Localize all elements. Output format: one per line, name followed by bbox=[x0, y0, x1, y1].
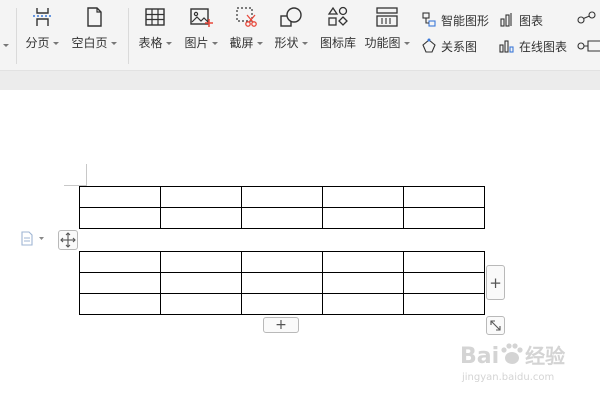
watermark-brand-text: Bai bbox=[460, 344, 500, 369]
watermark-url: jingyan.baidu.com bbox=[462, 372, 555, 383]
flowchart-icon bbox=[577, 11, 596, 24]
blank-page-button[interactable]: 空白页 bbox=[68, 6, 120, 64]
resize-icon bbox=[490, 320, 501, 331]
separator bbox=[128, 8, 129, 64]
chevron-down-icon bbox=[256, 42, 263, 45]
flowchart-button[interactable] bbox=[576, 11, 600, 33]
ribbon-toolbar: 分页 空白页 表格 图片 截屏 形状 图标库 功能图 智能图形 关系图 图表 在… bbox=[0, 0, 600, 71]
table-cell[interactable] bbox=[79, 186, 161, 208]
table-cell[interactable] bbox=[160, 251, 242, 273]
table-cell[interactable] bbox=[322, 186, 404, 208]
online-chart-button[interactable]: 在线图表 bbox=[499, 37, 567, 55]
table-icon bbox=[145, 8, 165, 26]
table-cell[interactable] bbox=[160, 272, 242, 294]
function-chart-label: 功能图 bbox=[364, 36, 401, 50]
chart-button[interactable]: 图表 bbox=[499, 11, 543, 29]
table-row bbox=[79, 293, 485, 315]
table-cell[interactable] bbox=[79, 251, 161, 273]
smart-graphic-label: 智能图形 bbox=[441, 13, 490, 28]
workspace-gap bbox=[0, 71, 600, 90]
icon-library-icon bbox=[327, 6, 348, 26]
table-cell[interactable] bbox=[322, 293, 404, 315]
watermark-suffix-text: 经验 bbox=[525, 344, 566, 368]
table-row bbox=[79, 251, 485, 273]
margin-marker bbox=[86, 164, 87, 186]
online-chart-label: 在线图表 bbox=[519, 39, 568, 54]
table-row bbox=[79, 207, 485, 229]
relationship-chart-button[interactable]: 关系图 bbox=[421, 37, 477, 55]
chevron-down-icon bbox=[301, 42, 308, 45]
table-cell[interactable] bbox=[241, 186, 323, 208]
screenshot-icon bbox=[236, 7, 257, 27]
move-icon bbox=[60, 232, 76, 248]
table-cell[interactable] bbox=[322, 272, 404, 294]
table-cell[interactable] bbox=[160, 207, 242, 229]
watermark-brand: Bai 经验 bbox=[460, 340, 565, 369]
table-cell[interactable] bbox=[322, 251, 404, 273]
table-cell[interactable] bbox=[241, 272, 323, 294]
table-move-handle[interactable] bbox=[58, 230, 78, 250]
picture-icon bbox=[190, 8, 213, 27]
function-chart-icon bbox=[376, 7, 398, 27]
table-cell[interactable] bbox=[241, 251, 323, 273]
shape-label: 形状 bbox=[274, 36, 299, 50]
separator bbox=[16, 8, 17, 64]
picture-label: 图片 bbox=[184, 36, 209, 50]
page-break-icon bbox=[33, 8, 51, 26]
table-cell[interactable] bbox=[403, 293, 485, 315]
smart-graphic-button[interactable]: 智能图形 bbox=[421, 11, 489, 29]
table-button[interactable]: 表格 bbox=[135, 6, 175, 64]
screenshot-label: 截屏 bbox=[229, 36, 254, 50]
table-top[interactable] bbox=[79, 186, 485, 229]
table-cell[interactable] bbox=[403, 251, 485, 273]
more-arrow-icon[interactable] bbox=[3, 44, 9, 47]
table-label: 表格 bbox=[138, 36, 163, 50]
page-break-label: 分页 bbox=[25, 36, 50, 50]
chevron-down-icon bbox=[52, 42, 59, 45]
add-column-button[interactable]: + bbox=[486, 265, 505, 300]
shape-button[interactable]: 形状 bbox=[271, 6, 311, 64]
online-chart-icon bbox=[499, 40, 514, 53]
table-cell[interactable] bbox=[403, 186, 485, 208]
add-row-button[interactable]: + bbox=[263, 317, 299, 333]
function-chart-button[interactable]: 功能图 bbox=[364, 6, 410, 64]
shape-icon bbox=[280, 7, 302, 27]
icon-library-label: 图标库 bbox=[319, 36, 356, 50]
table-row bbox=[79, 186, 485, 208]
table-cell[interactable] bbox=[79, 272, 161, 294]
blank-page-label: 空白页 bbox=[71, 36, 108, 50]
paw-icon bbox=[501, 343, 523, 364]
table-cell[interactable] bbox=[241, 207, 323, 229]
table-resize-handle[interactable] bbox=[486, 316, 505, 335]
mindmap-icon bbox=[577, 40, 600, 52]
table-bottom[interactable] bbox=[79, 251, 485, 315]
chart-label: 图表 bbox=[519, 13, 544, 28]
icon-library-button[interactable]: 图标库 bbox=[316, 6, 360, 64]
blank-page-icon bbox=[87, 7, 102, 27]
smart-graphic-icon bbox=[422, 12, 436, 27]
relationship-chart-label: 关系图 bbox=[441, 39, 478, 54]
table-cell[interactable] bbox=[403, 272, 485, 294]
table-cell[interactable] bbox=[79, 207, 161, 229]
document-page[interactable]: + + Bai 经验 jingyan.baidu.com bbox=[0, 90, 600, 400]
chevron-down-icon bbox=[165, 42, 172, 45]
paragraph-menu-button[interactable] bbox=[20, 230, 48, 250]
table-cell[interactable] bbox=[79, 293, 161, 315]
table-row bbox=[79, 272, 485, 294]
document-icon bbox=[21, 231, 44, 246]
table-cell[interactable] bbox=[241, 293, 323, 315]
chevron-down-icon bbox=[110, 42, 117, 45]
screenshot-button[interactable]: 截屏 bbox=[226, 6, 266, 64]
chevron-down-icon bbox=[403, 42, 410, 45]
relationship-chart-icon bbox=[422, 38, 436, 53]
chart-icon bbox=[500, 13, 512, 27]
chevron-down-icon bbox=[211, 42, 218, 45]
page-break-button[interactable]: 分页 bbox=[22, 6, 62, 64]
picture-button[interactable]: 图片 bbox=[181, 6, 221, 64]
table-cell[interactable] bbox=[160, 293, 242, 315]
mindmap-button[interactable] bbox=[576, 37, 600, 59]
table-cell[interactable] bbox=[403, 207, 485, 229]
table-cell[interactable] bbox=[160, 186, 242, 208]
table-cell[interactable] bbox=[322, 207, 404, 229]
